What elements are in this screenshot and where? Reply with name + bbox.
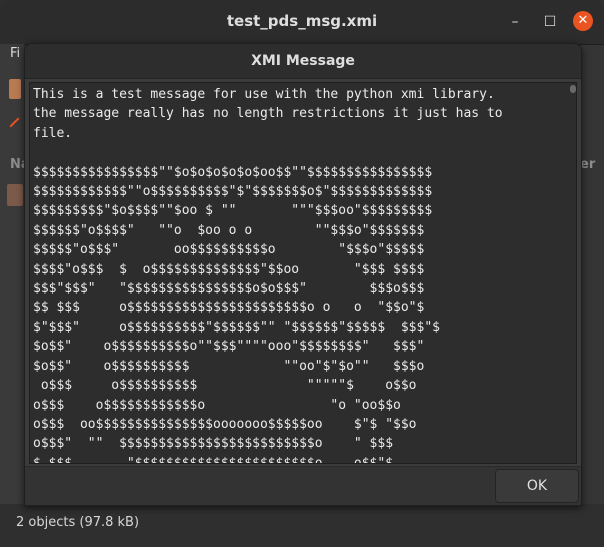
ok-button[interactable]: OK bbox=[495, 469, 579, 503]
archive-icon[interactable] bbox=[9, 79, 21, 99]
dialog-titlebar[interactable]: XMI Message bbox=[25, 44, 581, 79]
message-text-area[interactable]: This is a test message for use with the … bbox=[29, 82, 577, 464]
background-panel bbox=[0, 44, 24, 504]
window-titlebar[interactable]: test_pds_msg.xmi – ☐ ✕ bbox=[0, 0, 604, 45]
message-text: This is a test message for use with the … bbox=[33, 87, 503, 464]
dialog-footer: OK bbox=[25, 466, 581, 505]
close-icon[interactable]: ✕ bbox=[573, 11, 593, 31]
dialog-title: XMI Message bbox=[251, 53, 355, 69]
file-menu[interactable]: Fi bbox=[10, 46, 20, 61]
maximize-icon[interactable]: ☐ bbox=[540, 12, 560, 32]
vertical-scrollbar[interactable] bbox=[570, 83, 576, 463]
scrollbar-thumb[interactable] bbox=[570, 85, 576, 93]
xmi-message-dialog: XMI Message This is a test message for u… bbox=[24, 43, 582, 506]
column-header-right[interactable]: er bbox=[580, 157, 595, 172]
status-bar: 2 objects (97.8 kB) bbox=[0, 504, 604, 547]
minimize-icon[interactable]: – bbox=[505, 12, 525, 32]
folder-icon[interactable] bbox=[7, 184, 23, 206]
status-text: 2 objects (97.8 kB) bbox=[16, 515, 140, 530]
